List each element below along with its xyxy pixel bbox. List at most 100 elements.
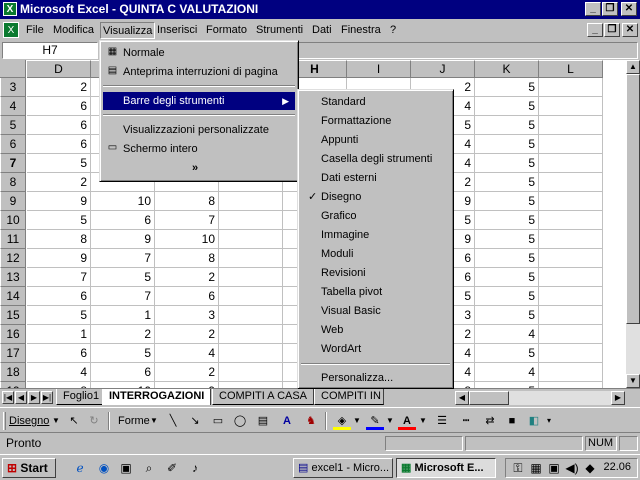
grid-cell[interactable] — [539, 116, 603, 135]
row-header[interactable]: 12 — [0, 249, 26, 268]
name-box[interactable]: H7 — [2, 42, 98, 59]
toolbar-grip[interactable] — [3, 412, 6, 430]
grid-cell[interactable] — [539, 135, 603, 154]
start-button[interactable]: ⊞ Start — [2, 458, 56, 478]
line-color-dropdown-icon[interactable]: ▼ — [386, 412, 394, 430]
grid-cell[interactable]: 5 — [475, 344, 539, 363]
tray-app-icon[interactable]: ◆ — [582, 460, 598, 476]
toolbar-option-immagine[interactable]: Immagine — [301, 226, 450, 245]
toolbar-option-disegno[interactable]: ✓ Disegno — [301, 188, 450, 207]
grid-cell[interactable]: 5 — [27, 154, 91, 173]
row-header[interactable]: 10 — [0, 211, 26, 230]
row-header[interactable]: 5 — [0, 116, 26, 135]
select-objects-icon[interactable]: ↖ — [66, 412, 82, 430]
line-style-icon[interactable]: ☰ — [432, 412, 452, 430]
fill-color-dropdown-icon[interactable]: ▼ — [353, 412, 361, 430]
grid-cell[interactable]: 5 — [27, 306, 91, 325]
draw-dropdown-icon[interactable]: ▼ — [52, 412, 60, 430]
autoshapes-dropdown-icon[interactable]: ▼ — [150, 412, 158, 430]
excel-icon[interactable]: X — [3, 2, 17, 16]
menu-formato[interactable]: Formato — [204, 22, 249, 39]
restore-button[interactable]: ❐ — [602, 2, 618, 16]
font-color-icon[interactable]: A — [398, 412, 416, 430]
grid-cell[interactable] — [219, 249, 283, 268]
grid-cell[interactable]: 5 — [475, 268, 539, 287]
grid-cell[interactable]: 8 — [27, 230, 91, 249]
toolbar-option-moduli[interactable]: Moduli — [301, 245, 450, 264]
doc-restore-button[interactable]: ❐ — [604, 23, 620, 37]
channels-icon[interactable]: ⌕ — [141, 460, 157, 476]
internet-explorer-icon[interactable]: ℯ — [72, 460, 88, 476]
grid-cell[interactable] — [539, 192, 603, 211]
grid-cell[interactable]: 10 — [91, 192, 155, 211]
column-header[interactable]: K — [475, 60, 539, 78]
grid-cell[interactable]: 7 — [27, 268, 91, 287]
toolbar-option-dati-esterni[interactable]: Dati esterni — [301, 169, 450, 188]
grid-cell[interactable]: 5 — [475, 173, 539, 192]
doc-close-button[interactable]: ✕ — [622, 23, 638, 37]
row-header[interactable]: 6 — [0, 135, 26, 154]
first-sheet-icon[interactable]: |◀ — [2, 391, 14, 404]
tray-monitor-icon[interactable]: ▣ — [546, 460, 562, 476]
grid-cell[interactable] — [219, 268, 283, 287]
menu-inserisci[interactable]: Inserisci — [155, 22, 199, 39]
shadow-icon[interactable]: ■ — [503, 412, 521, 430]
row-header[interactable]: 3 — [0, 78, 26, 97]
grid-cell[interactable] — [539, 344, 603, 363]
grid-cell[interactable]: 2 — [155, 268, 219, 287]
grid-cell[interactable]: 5 — [475, 154, 539, 173]
volume-icon[interactable]: ◀) — [564, 460, 580, 476]
grid-cell[interactable]: 4 — [475, 325, 539, 344]
tray-network-icon[interactable]: ⚿ — [510, 460, 526, 476]
toolbar-option-visual-basic[interactable]: Visual Basic — [301, 302, 450, 321]
row-header[interactable]: 11 — [0, 230, 26, 249]
grid-cell[interactable]: 5 — [475, 211, 539, 230]
grid-cell[interactable]: 8 — [155, 249, 219, 268]
grid-cell[interactable]: 9 — [27, 249, 91, 268]
row-header[interactable]: 7 — [0, 154, 26, 173]
fill-color-icon[interactable]: ◈ — [333, 412, 351, 430]
column-header[interactable]: D — [27, 60, 91, 78]
toolbar-option-standard[interactable]: Standard — [301, 93, 450, 112]
media-player-icon[interactable]: ✐ — [164, 460, 180, 476]
grid-cell[interactable]: 1 — [27, 325, 91, 344]
select-all-corner[interactable] — [0, 60, 26, 78]
column-header[interactable]: I — [347, 60, 411, 78]
grid-cell[interactable]: 5 — [475, 97, 539, 116]
menu-file[interactable]: File — [24, 22, 46, 39]
grid-cell[interactable]: 9 — [91, 230, 155, 249]
grid-cell[interactable]: 2 — [27, 78, 91, 97]
menu-item-schermo-intero[interactable]: ▭ Schermo intero — [103, 140, 295, 158]
row-header[interactable]: 18 — [0, 363, 26, 382]
grid-cell[interactable]: 4 — [155, 344, 219, 363]
grid-cell[interactable]: 5 — [475, 306, 539, 325]
row-header[interactable]: 15 — [0, 306, 26, 325]
toolbar-options-icon[interactable]: ▾ — [547, 412, 551, 430]
grid-cell[interactable]: 6 — [27, 287, 91, 306]
column-header[interactable]: J — [411, 60, 475, 78]
grid-cell[interactable] — [219, 306, 283, 325]
show-desktop-icon[interactable]: ▣ — [118, 460, 134, 476]
grid-cell[interactable] — [539, 211, 603, 230]
menu-item-barre-strumenti[interactable]: Barre degli strumenti ▶ — [103, 92, 295, 110]
grid-cell[interactable]: 3 — [155, 306, 219, 325]
launcher-icon[interactable]: ♪ — [187, 460, 203, 476]
grid-cell[interactable]: 1 — [91, 306, 155, 325]
toolbar-option-casella-degli-strumenti[interactable]: Casella degli strumenti — [301, 150, 450, 169]
grid-cell[interactable]: 7 — [91, 287, 155, 306]
grid-cell[interactable]: 5 — [27, 211, 91, 230]
horizontal-scrollbar[interactable]: ◀ ▶ — [455, 391, 625, 405]
grid-cell[interactable]: 5 — [475, 135, 539, 154]
line-icon[interactable]: ╲ — [164, 412, 182, 430]
toolbar-option-personalizza[interactable]: Personalizza... — [301, 369, 450, 388]
grid-cell[interactable] — [219, 344, 283, 363]
menu-strumenti[interactable]: Strumenti — [254, 22, 305, 39]
clip-art-icon[interactable]: ♞ — [302, 412, 320, 430]
scroll-left-icon[interactable]: ◀ — [455, 391, 469, 405]
grid-cell[interactable]: 7 — [91, 249, 155, 268]
wordart-icon[interactable]: A — [278, 412, 296, 430]
grid-cell[interactable] — [219, 230, 283, 249]
grid-cell[interactable]: 5 — [475, 230, 539, 249]
grid-cell[interactable] — [539, 230, 603, 249]
grid-cell[interactable] — [539, 154, 603, 173]
